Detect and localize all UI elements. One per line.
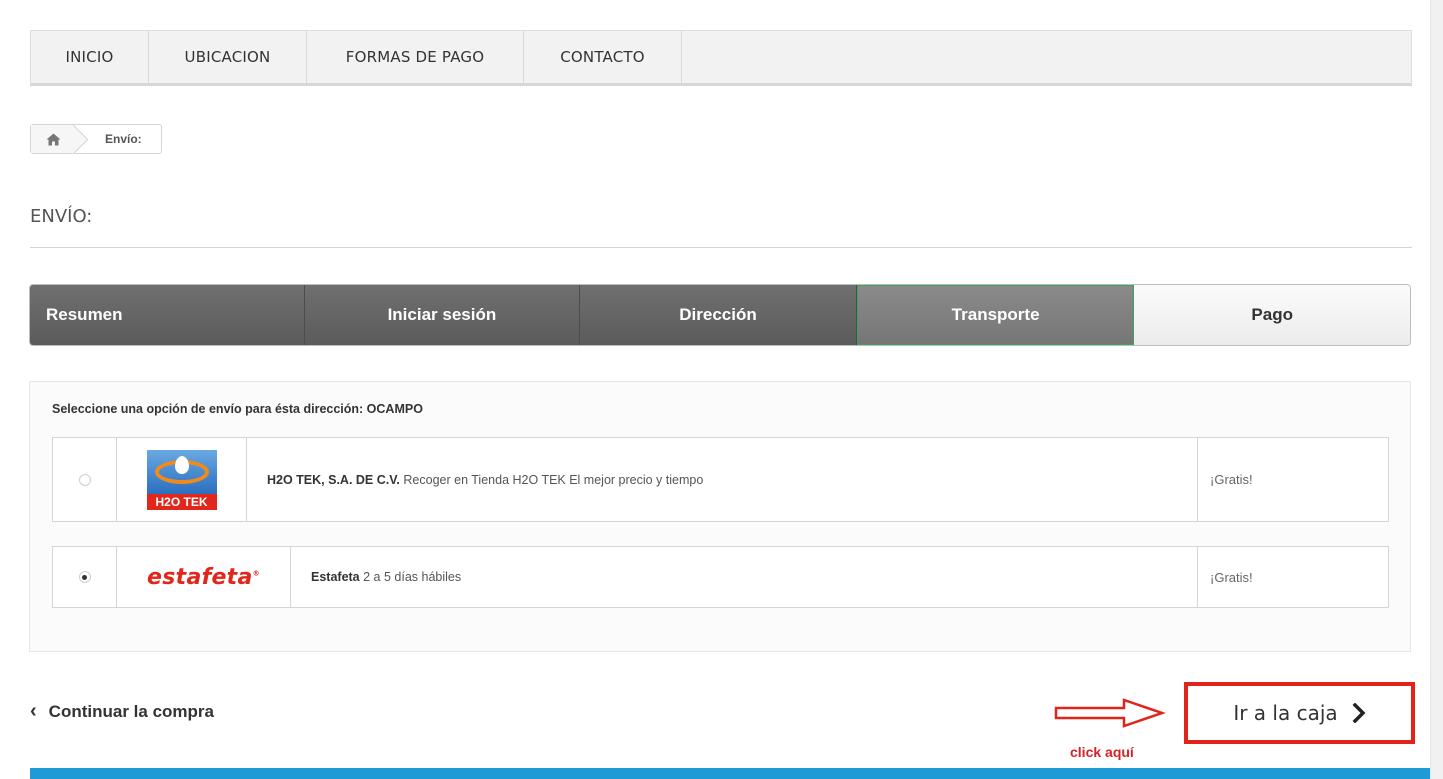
continue-shopping-label: Continuar la compra: [48, 701, 214, 721]
page-scrollbar[interactable]: [1430, 0, 1443, 779]
h2otek-logo: H2O TEK: [146, 449, 217, 510]
step-transporte: Transporte: [856, 285, 1135, 345]
delivery-option-h2otek[interactable]: H2O TEK H2O TEK, S.A. DE C.V. Recoger en…: [52, 437, 1389, 522]
top-navigation: INICIO UBICACION FORMAS DE PAGO CONTACTO: [30, 30, 1412, 86]
nav-item-ubicacion[interactable]: UBICACION: [149, 31, 307, 83]
step-pago: Pago: [1134, 285, 1410, 345]
arrow-right-icon: [1054, 698, 1166, 728]
click-hint: click aquí: [1070, 744, 1134, 760]
checkout-label: Ir a la caja: [1233, 701, 1338, 725]
delivery-option-estafeta[interactable]: estafeta® Estafeta 2 a 5 días hábiles ¡G…: [52, 546, 1389, 608]
estafeta-logo: estafeta®: [147, 564, 260, 590]
continue-shopping-link[interactable]: ‹ Continuar la compra: [30, 700, 214, 723]
checkout-button[interactable]: Ir a la caja: [1184, 682, 1415, 744]
delivery-price: ¡Gratis!: [1210, 569, 1253, 585]
delivery-description: Estafeta 2 a 5 días hábiles: [291, 547, 1198, 607]
nav-item-formas-de-pago[interactable]: FORMAS DE PAGO: [307, 31, 524, 83]
carrier-logo-cell: H2O TEK: [117, 438, 247, 521]
radio-estafeta[interactable]: [78, 571, 91, 583]
carrier-description: 2 a 5 días hábiles: [363, 570, 462, 584]
order-steps: Resumen Iniciar sesión Dirección Transpo…: [29, 284, 1411, 346]
radio-cell: [53, 547, 117, 607]
delivery-price: ¡Gratis!: [1210, 472, 1253, 487]
home-icon[interactable]: [31, 125, 75, 153]
delivery-label: Seleccione una opción de envío para ésta…: [52, 402, 423, 416]
heading-divider: [30, 247, 1412, 248]
carrier-name: Estafeta: [311, 570, 360, 584]
carrier-logo-cell: estafeta®: [117, 547, 291, 607]
step-resumen[interactable]: Resumen: [30, 285, 305, 345]
delivery-options: Seleccione una opción de envío para ésta…: [29, 381, 1411, 652]
estafeta-logo-text: estafeta: [147, 564, 253, 590]
step-direccion[interactable]: Dirección: [580, 285, 857, 345]
footer-bar: [30, 768, 1430, 779]
radio-h2otek[interactable]: [78, 473, 91, 486]
radio-cell: [53, 438, 117, 521]
carrier-name: H2O TEK, S.A. DE C.V.: [267, 472, 400, 487]
h2otek-logo-text: H2O TEK: [146, 493, 217, 510]
breadcrumb: Envío:: [30, 124, 162, 154]
nav-item-contacto[interactable]: CONTACTO: [524, 31, 682, 83]
step-iniciar-sesion[interactable]: Iniciar sesión: [304, 285, 581, 345]
chevron-left-icon: ‹: [30, 700, 37, 722]
chevron-right-icon: [1352, 703, 1366, 723]
nav-item-inicio[interactable]: INICIO: [31, 31, 149, 83]
delivery-description: H2O TEK, S.A. DE C.V. Recoger en Tienda …: [247, 438, 1198, 521]
page-title: ENVÍO:: [30, 206, 93, 227]
carrier-description: Recoger en Tienda H2O TEK El mejor preci…: [403, 472, 704, 487]
